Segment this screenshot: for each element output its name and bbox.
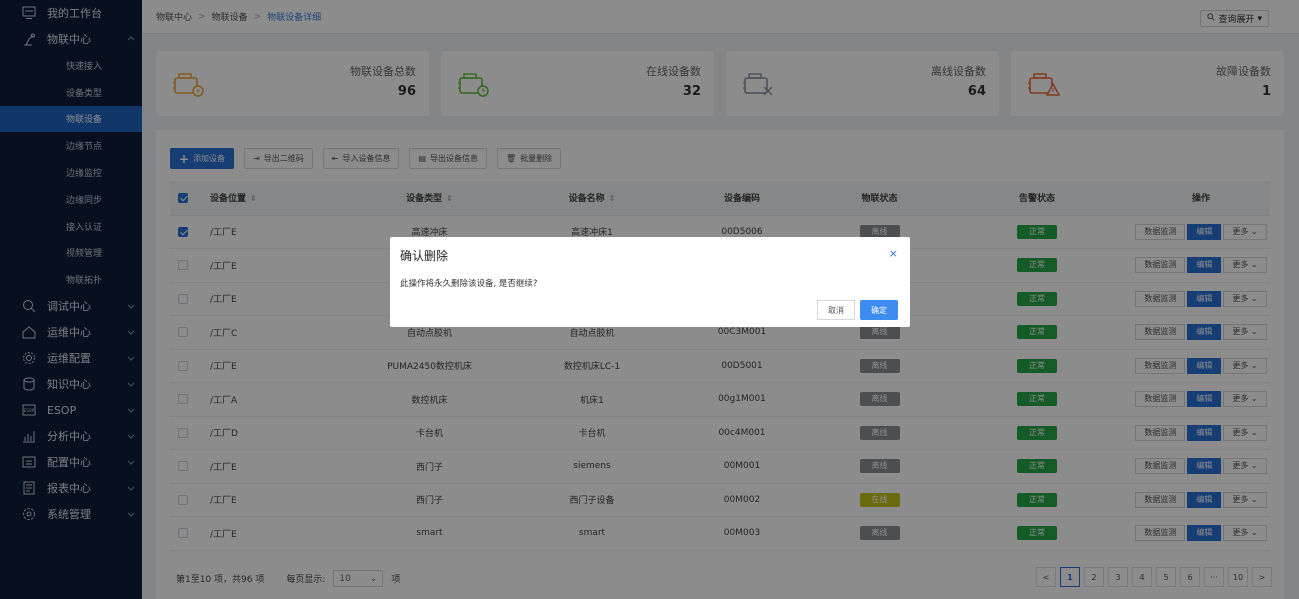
dialog-title: 确认删除 [400,249,449,263]
cancel-button[interactable]: 取消 [817,300,855,320]
confirm-delete-dialog: 确认删除 × 此操作将永久删除该设备, 是否继续? 取消 确定 [390,237,910,327]
dialog-message: 此操作将永久删除该设备, 是否继续? [400,279,538,289]
confirm-button[interactable]: 确定 [860,300,898,320]
close-icon[interactable]: × [889,247,898,260]
